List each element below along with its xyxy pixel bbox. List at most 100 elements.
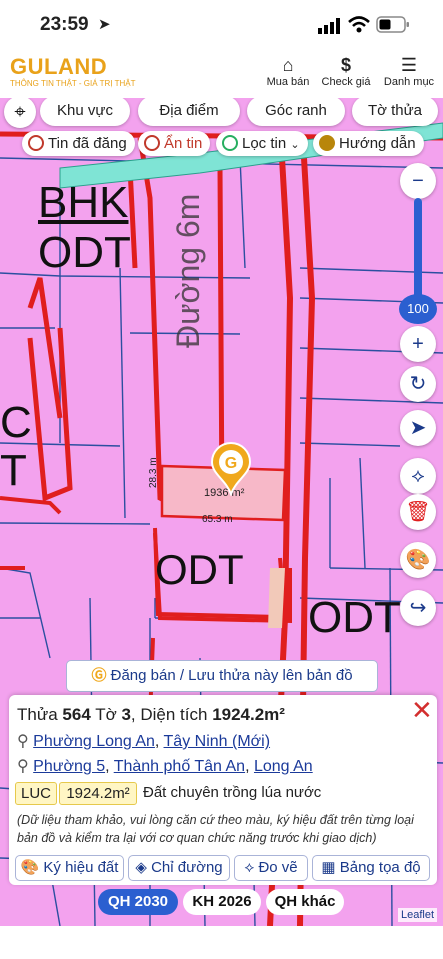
draw-measure-label: Đo vẽ — [258, 859, 298, 876]
filter-hidden[interactable]: Ẩn tin — [138, 131, 211, 156]
map-pin-outline-icon: ⚲ — [17, 733, 34, 750]
map-pin-outline-icon: ⚲ — [17, 758, 34, 775]
ward-new-link[interactable]: Phường Long An — [33, 733, 155, 750]
battery-icon — [376, 16, 409, 33]
house-icon: ⌂ — [282, 55, 294, 75]
land-code-tag: LUC — [15, 782, 57, 805]
map-label-t: T — [0, 446, 27, 495]
refresh-icon: ↻ — [409, 373, 427, 395]
zoom-in-button[interactable]: + — [400, 326, 436, 362]
province-new-link[interactable]: Tây Ninh (Mới) — [164, 733, 271, 750]
address-old: ⚲ Phường 5, Thành phố Tân An, Long An — [17, 756, 313, 776]
guide-button[interactable]: Hướng dẫn — [313, 131, 424, 156]
signal-icon — [318, 18, 340, 34]
guland-logo[interactable]: GULAND — [10, 54, 107, 80]
measure-icon: ⟡ — [244, 859, 255, 876]
guide-icon — [319, 135, 335, 151]
check-price-button[interactable]: $ Check giá — [318, 54, 374, 88]
map-label-odt-3: ODT — [308, 593, 401, 642]
post-parcel-label: Đăng bán / Lưu thửa này lên bản đồ — [110, 667, 353, 684]
menu-icon: ☰ — [400, 55, 418, 75]
filter-hidden-label: Ẩn tin — [164, 135, 203, 152]
menu-button[interactable]: ☰ Danh mục — [380, 54, 438, 88]
palette-icon: 🎨 — [20, 859, 40, 876]
tab-dia-diem[interactable]: Địa điểm — [138, 98, 240, 126]
share-icon: ↪ — [409, 597, 427, 619]
land-symbol-label: Ký hiệu đất — [43, 859, 119, 876]
buy-sell-label: Mua bán — [266, 76, 310, 88]
trash-icon: 🗑 — [405, 501, 431, 523]
draw-measure-button[interactable]: ⟡ Đo vẽ — [234, 855, 308, 881]
zoom-level-handle[interactable]: 100 — [399, 294, 437, 324]
parcel-info-panel: Thửa 564 Tờ 3, Diện tích 1924.2m² ✕ ⚲ Ph… — [9, 695, 437, 885]
plus-icon: + — [412, 333, 424, 355]
refresh-button[interactable]: ↻ — [400, 366, 436, 402]
parcel-number: 564 — [62, 705, 91, 724]
ward-old-link[interactable]: Phường 5 — [33, 758, 105, 775]
tab-kh-2026[interactable]: KH 2026 — [183, 889, 261, 915]
navigation-arrow-icon: ➤ — [409, 417, 427, 439]
measure-icon: ⟡ — [411, 465, 425, 487]
location-pin-icon[interactable]: G — [208, 440, 254, 496]
post-parcel-button[interactable]: Ⓖ Đăng bán / Lưu thửa này lên bản đồ — [66, 660, 378, 692]
coordinate-table-label: Bảng tọa độ — [339, 859, 421, 876]
addr-sep: , — [154, 733, 164, 750]
tab-to-thua[interactable]: Tờ thửa — [352, 98, 438, 126]
sheet-number: 3 — [121, 705, 131, 724]
leaflet-attribution[interactable]: Leaflet — [398, 908, 438, 922]
land-area-tag: 1924.2m² — [59, 782, 137, 805]
logo-slogan: THÔNG TIN THẬT - GIÁ TRỊ THẬT — [10, 79, 136, 88]
wifi-icon — [348, 16, 370, 33]
guide-label: Hướng dẫn — [339, 135, 416, 152]
tab-goc-ranh[interactable]: Góc ranh — [247, 98, 345, 126]
zoom-fill — [414, 198, 422, 308]
disclaimer: (Dữ liệu tham khảo, vui lòng căn cứ theo… — [17, 813, 414, 845]
coordinate-table-button[interactable]: ▦ Bảng tọa độ — [312, 855, 430, 881]
parcel-area: 1924.2m² — [212, 705, 285, 724]
zoom-level-value: 100 — [407, 301, 429, 316]
close-icon[interactable]: ✕ — [411, 695, 433, 726]
map-label-odt-1: ODT — [38, 228, 131, 277]
minus-icon: − — [412, 170, 424, 192]
dollar-icon: $ — [340, 55, 351, 75]
layer-color-button[interactable]: 🎨 — [400, 542, 436, 578]
buy-sell-button[interactable]: ⌂ Mua bán — [262, 54, 314, 88]
share-button[interactable]: ↪ — [400, 590, 436, 626]
city-old-link[interactable]: Thành phố Tân An — [114, 758, 245, 775]
delete-button[interactable]: 🗑 — [400, 494, 436, 530]
tab-qh-khac[interactable]: QH khác — [266, 889, 344, 915]
dimension-bottom: 65.3 m — [202, 514, 233, 525]
svg-text:G: G — [225, 455, 237, 472]
menu-label: Danh mục — [383, 76, 435, 88]
land-symbol-button[interactable]: 🎨 Ký hiệu đất — [15, 855, 124, 881]
navigate-button[interactable]: ➤ — [400, 410, 436, 446]
status-time: 23:59 — [40, 14, 89, 35]
map-pin-icon — [222, 135, 238, 151]
area-prefix: , Diện tích — [130, 705, 213, 724]
dimension-side: 28.3 m — [148, 457, 159, 488]
province-old-link[interactable]: Long An — [254, 758, 313, 775]
land-type: Đất chuyên trồng lúa nước — [143, 784, 322, 801]
tab-khu-vuc[interactable]: Khu vực — [40, 98, 130, 126]
tab-qh-2030[interactable]: QH 2030 — [98, 889, 178, 915]
check-price-label: Check giá — [321, 76, 371, 88]
crosshair-icon: ⌖ — [14, 101, 26, 123]
zoom-out-button[interactable]: − — [400, 163, 436, 199]
sheet-prefix: Tờ — [90, 705, 122, 724]
posted-icon — [28, 135, 44, 151]
location-arrow-icon: ➤ — [98, 16, 111, 33]
directions-button[interactable]: ◈ Chỉ đường — [128, 855, 230, 881]
directions-label: Chỉ đường — [151, 859, 223, 876]
palette-icon: 🎨 — [405, 549, 431, 571]
parcel-title: Thửa 564 Tờ 3, Diện tích 1924.2m² — [17, 705, 285, 725]
measure-tool-button[interactable]: ⟡ — [400, 458, 436, 494]
filter-posted[interactable]: Tin đã đăng — [22, 131, 135, 156]
chevron-down-icon: ⌄ — [290, 139, 300, 151]
filter-loc-tin-label: Lọc tin — [242, 135, 287, 152]
map-label-road: Đường 6m — [170, 193, 206, 348]
status-bar: 23:59 ➤ — [0, 0, 443, 48]
map-label-odt-2: ODT — [155, 546, 244, 593]
table-icon: ▦ — [321, 859, 336, 876]
filter-lọc-tin[interactable]: Lọc tin ⌄ — [216, 131, 308, 156]
direction-icon: ◈ — [135, 859, 147, 876]
